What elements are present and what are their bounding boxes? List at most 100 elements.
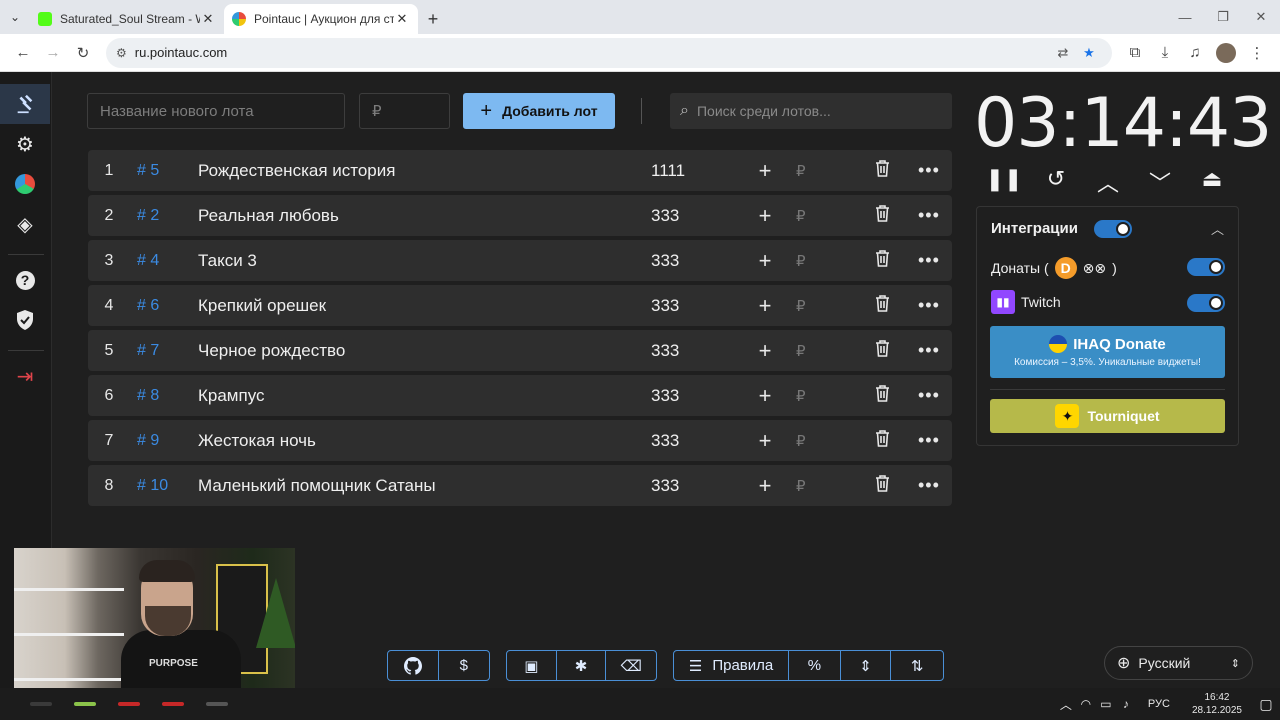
translate-icon[interactable]: ⇄ [1050,45,1076,61]
more-options-icon[interactable]: ••• [918,430,940,451]
more-options-icon[interactable]: ••• [918,385,940,406]
delete-trash-icon[interactable] [875,384,890,407]
lot-name[interactable]: Маленький помощник Сатаны [198,476,436,496]
lot-row[interactable]: 2 # 2 Реальная любовь 333 + ₽ ••• [88,195,952,236]
lot-name[interactable]: Такси 3 [198,251,257,271]
add-lot-button[interactable]: + Добавить лот [463,93,615,129]
close-tab-icon[interactable]: ✕ [394,11,410,27]
delete-trash-icon[interactable] [875,339,890,362]
add-amount-plus-icon[interactable]: + [756,473,774,499]
lot-amount[interactable]: 333 [651,251,679,271]
lot-amount[interactable]: 333 [651,431,679,451]
lot-row[interactable]: 6 # 8 Крампус 333 + ₽ ••• [88,375,952,416]
add-amount-plus-icon[interactable]: + [756,158,774,184]
bug-report-icon[interactable]: ✱ [557,651,607,680]
lot-add-amount-input[interactable]: ₽ [796,432,806,450]
lot-amount[interactable]: 333 [651,476,679,496]
lot-name[interactable]: Жестокая ночь [198,431,316,451]
lot-add-amount-input[interactable]: ₽ [796,342,806,360]
percent-button[interactable]: % [789,651,841,680]
lot-name[interactable]: Рождественская история [198,161,395,181]
lot-row[interactable]: 7 # 9 Жестокая ночь 333 + ₽ ••• [88,420,952,461]
twitch-toggle[interactable] [1187,294,1225,312]
lot-row[interactable]: 5 # 7 Черное рождество 333 + ₽ ••• [88,330,952,371]
tray-chevron-up-icon[interactable]: ︿ [1056,696,1076,713]
close-window-icon[interactable]: ✕ [1242,0,1280,34]
pause-icon[interactable]: ❚❚ [984,166,1024,198]
double-add-time-icon[interactable]: ⏏ [1192,166,1232,198]
language-select[interactable]: ⊕ Русский ⇕ [1104,646,1253,680]
tab-search-chevron-icon[interactable]: ⌄ [0,0,30,34]
help-question-icon[interactable]: ? [0,260,50,300]
lot-name[interactable]: Крампус [198,386,265,406]
profile-avatar[interactable] [1216,42,1236,63]
taskbar-app-indicator[interactable] [118,702,140,706]
input-language[interactable]: РУС [1148,698,1170,710]
layers-icon[interactable]: ◈ [0,204,50,244]
battery-icon[interactable]: ▭ [1096,697,1116,711]
lot-add-amount-input[interactable]: ₽ [796,207,806,225]
github-icon[interactable] [388,651,439,680]
add-amount-plus-icon[interactable]: + [756,383,774,409]
donations-toggle[interactable] [1187,258,1225,276]
more-options-icon[interactable]: ••• [918,250,940,271]
lot-add-amount-input[interactable]: ₽ [796,252,806,270]
new-tab-button[interactable]: + [418,4,448,34]
tab-pointauc[interactable]: Pointauc | Аукцион для стриме ✕ [224,4,418,34]
media-icon[interactable]: ♫ [1180,38,1210,68]
lot-amount[interactable]: 333 [651,341,679,361]
lot-amount[interactable]: 333 [651,206,679,226]
reload-icon[interactable]: ↻ [68,38,98,68]
delete-trash-icon[interactable] [875,249,890,272]
ihaq-donate-button[interactable]: IHAQ Donate Комиссия – 3,5%. Уникальные … [990,326,1225,378]
more-options-icon[interactable]: ••• [918,205,940,226]
logout-icon[interactable]: ⇥ [0,356,50,396]
integrations-toggle[interactable] [1094,220,1132,238]
lot-name[interactable]: Реальная любовь [198,206,339,226]
menu-kebab-icon[interactable]: ⋮ [1242,38,1272,68]
new-lot-amount-input[interactable]: ₽ [359,93,450,129]
more-options-icon[interactable]: ••• [918,340,940,361]
settings-gear-icon[interactable]: ⚙ [0,124,50,164]
add-amount-plus-icon[interactable]: + [756,428,774,454]
more-options-icon[interactable]: ••• [918,295,940,316]
delete-trash-icon[interactable] [875,429,890,452]
lot-row[interactable]: 1 # 5 Рождественская история 1111 + ₽ ••• [88,150,952,191]
add-amount-plus-icon[interactable]: + [756,248,774,274]
lot-row[interactable]: 4 # 6 Крепкий орешек 333 + ₽ ••• [88,285,952,326]
auction-gavel-icon[interactable] [0,84,50,124]
shield-check-icon[interactable] [0,300,50,340]
add-amount-plus-icon[interactable]: + [756,203,774,229]
rules-button[interactable]: ☰ Правила [674,651,790,680]
forward-icon[interactable]: → [38,38,68,68]
notifications-icon[interactable]: ▢ [1252,696,1280,713]
download-icon[interactable]: ⤓ [1150,38,1180,68]
add-amount-plus-icon[interactable]: + [756,293,774,319]
delete-trash-icon[interactable] [875,159,890,182]
collapse-chevron-up-icon[interactable]: ︿ [1211,219,1224,238]
taskbar-app-indicator[interactable] [30,702,52,706]
subtract-time-chevron-down-icon[interactable]: ﹀ [1140,166,1180,198]
lot-add-amount-input[interactable]: ₽ [796,162,806,180]
lot-add-amount-input[interactable]: ₽ [796,297,806,315]
tab-kick-stream[interactable]: Saturated_Soul Stream - Watch ✕ [30,4,224,34]
lot-amount[interactable]: 1111 [651,161,685,181]
reset-timer-icon[interactable]: ↺ [1036,166,1076,198]
bookmark-star-icon[interactable]: ★ [1076,45,1102,61]
lot-name[interactable]: Крепкий орешек [198,296,326,316]
lot-add-amount-input[interactable]: ₽ [796,387,806,405]
new-lot-name-input[interactable]: Название нового лота [87,93,345,129]
add-time-chevron-up-icon[interactable]: ︿ [1088,166,1128,198]
clear-list-icon[interactable]: ⌫ [606,651,656,680]
taskbar-app-indicator[interactable] [162,702,184,706]
more-options-icon[interactable]: ••• [918,475,940,496]
close-tab-icon[interactable]: ✕ [200,11,216,27]
wifi-icon[interactable]: ◠ [1076,697,1096,711]
lot-search-input[interactable]: ⌕ Поиск среди лотов... [670,93,952,129]
lot-add-amount-input[interactable]: ₽ [796,477,806,495]
wheel-pie-icon[interactable] [0,164,50,204]
clock[interactable]: 16:42 28.12.2025 [1192,691,1242,717]
more-options-icon[interactable]: ••• [918,160,940,181]
back-icon[interactable]: ← [8,38,38,68]
add-amount-plus-icon[interactable]: + [756,338,774,364]
